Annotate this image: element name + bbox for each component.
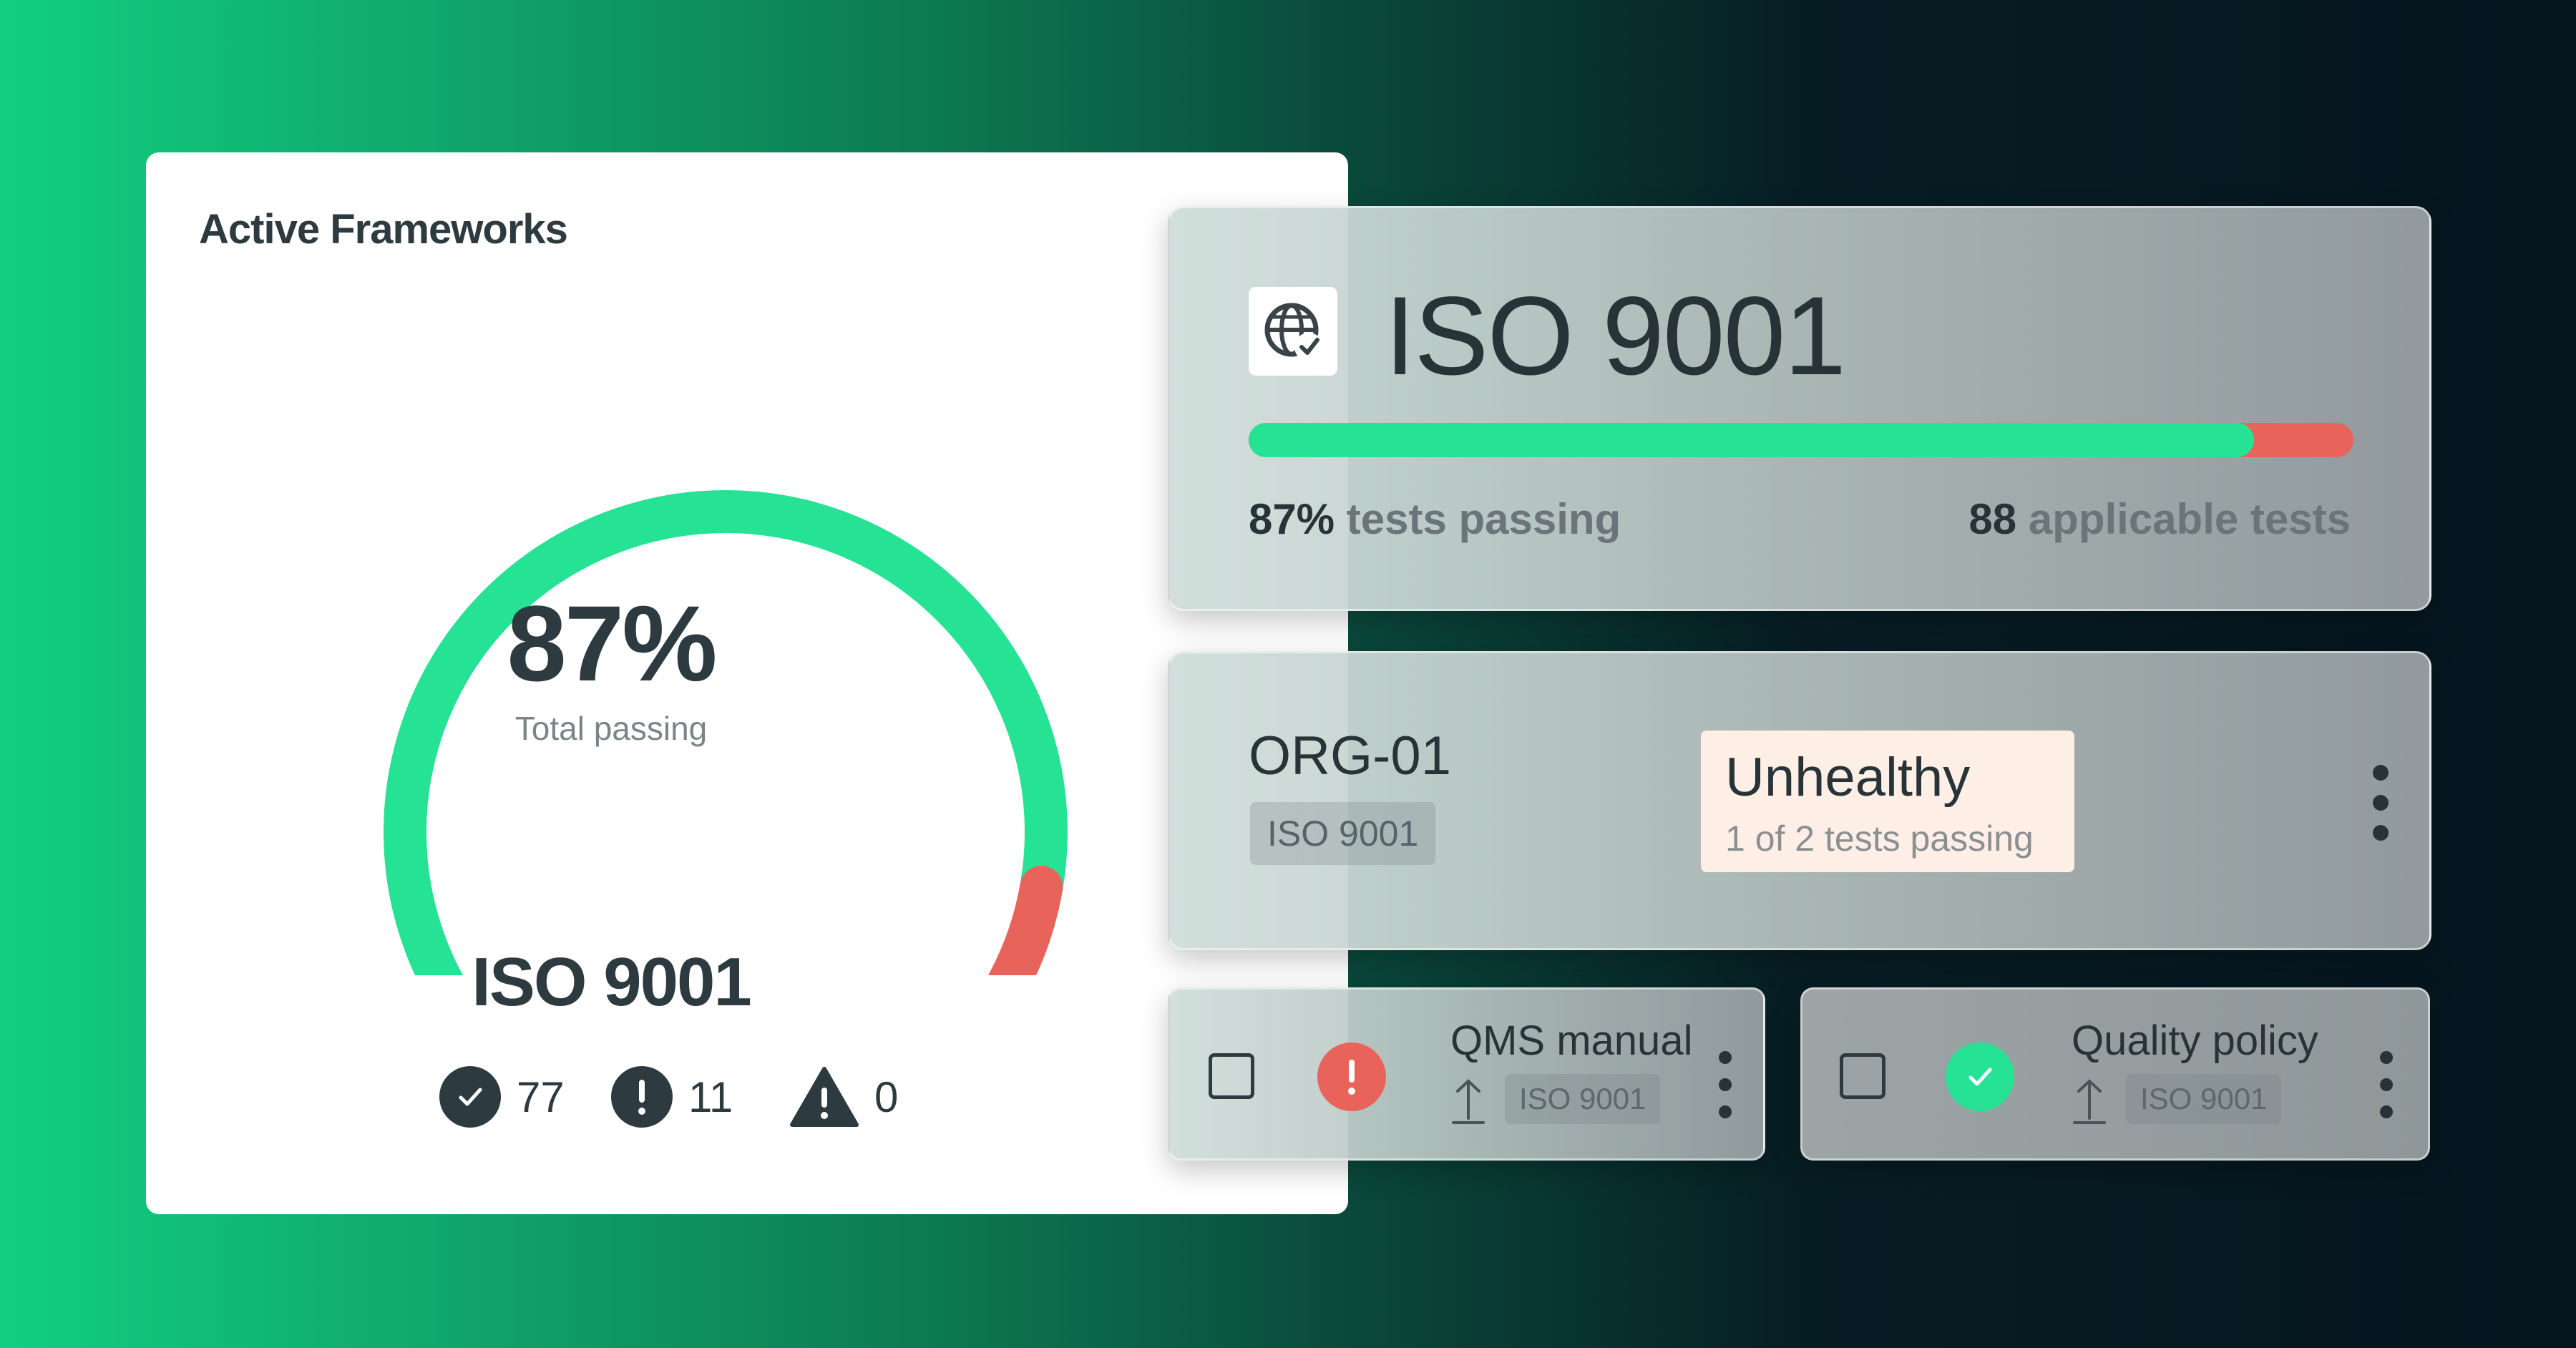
task-row-quality-policy[interactable]: Quality policy ISO 9001 xyxy=(1800,987,2430,1161)
tests-progress-fill xyxy=(1249,423,2255,457)
task-checkbox[interactable] xyxy=(1840,1053,1885,1099)
exclamation-circle-icon xyxy=(611,1066,673,1128)
control-card[interactable]: ORG-01 ISO 9001 Unhealthy 1 of 2 tests p… xyxy=(1168,651,2431,950)
control-id: ORG-01 xyxy=(1249,726,1451,786)
task-title: QMS manual xyxy=(1450,1017,1693,1064)
failing-count: 11 xyxy=(611,1065,733,1129)
tests-passing-label: tests passing xyxy=(1346,495,1621,543)
tests-passing-text: 87% tests passing xyxy=(1249,494,1621,544)
warning-count: 0 xyxy=(790,1065,898,1129)
task-title: Quality policy xyxy=(2072,1017,2318,1064)
framework-title: ISO 9001 xyxy=(1385,274,1846,399)
passing-count-value: 77 xyxy=(517,1073,565,1121)
health-status: Unhealthy xyxy=(1725,747,1971,808)
applicable-tests-value: 88 xyxy=(1968,495,2017,543)
health-detail: 1 of 2 tests passing xyxy=(1725,819,2034,859)
tests-passing-value: 87% xyxy=(1249,495,1335,543)
health-status-badge: Unhealthy 1 of 2 tests passing xyxy=(1701,731,2074,872)
applicable-tests-text: 88 applicable tests xyxy=(1968,494,2351,544)
applicable-tests-label: applicable tests xyxy=(2028,495,2351,543)
upload-icon xyxy=(1452,1079,1485,1124)
task-row-qms-manual[interactable]: QMS manual ISO 9001 xyxy=(1168,987,1765,1161)
tests-progress-bar xyxy=(1249,423,2353,457)
check-circle-icon xyxy=(439,1066,501,1128)
warning-count-value: 0 xyxy=(874,1073,899,1121)
gauge-subtitle: Total passing xyxy=(514,710,708,747)
task-checkbox[interactable] xyxy=(1209,1053,1254,1099)
passing-count: 77 xyxy=(439,1065,565,1129)
more-options-icon[interactable] xyxy=(2378,1051,2395,1118)
failing-count-value: 11 xyxy=(688,1073,733,1121)
upload-icon xyxy=(2073,1079,2106,1124)
more-options-icon[interactable] xyxy=(1717,1051,1734,1118)
task-framework-tag: ISO 9001 xyxy=(2126,1074,2282,1124)
framework-tag: ISO 9001 xyxy=(1250,802,1436,865)
warning-triangle-icon xyxy=(790,1067,859,1127)
framework-summary-card[interactable]: ISO 9001 87% tests passing 88 applicable… xyxy=(1168,206,2431,611)
gauge-percent: 87% xyxy=(507,583,717,703)
check-icon xyxy=(1946,1042,2014,1111)
exclamation-icon xyxy=(1317,1042,1386,1111)
framework-name: ISO 9001 xyxy=(472,944,752,1020)
task-framework-tag: ISO 9001 xyxy=(1505,1074,1661,1124)
globe-check-icon xyxy=(1249,287,1337,376)
card-title: Active Frameworks xyxy=(199,206,568,253)
more-options-icon[interactable] xyxy=(2372,765,2389,841)
